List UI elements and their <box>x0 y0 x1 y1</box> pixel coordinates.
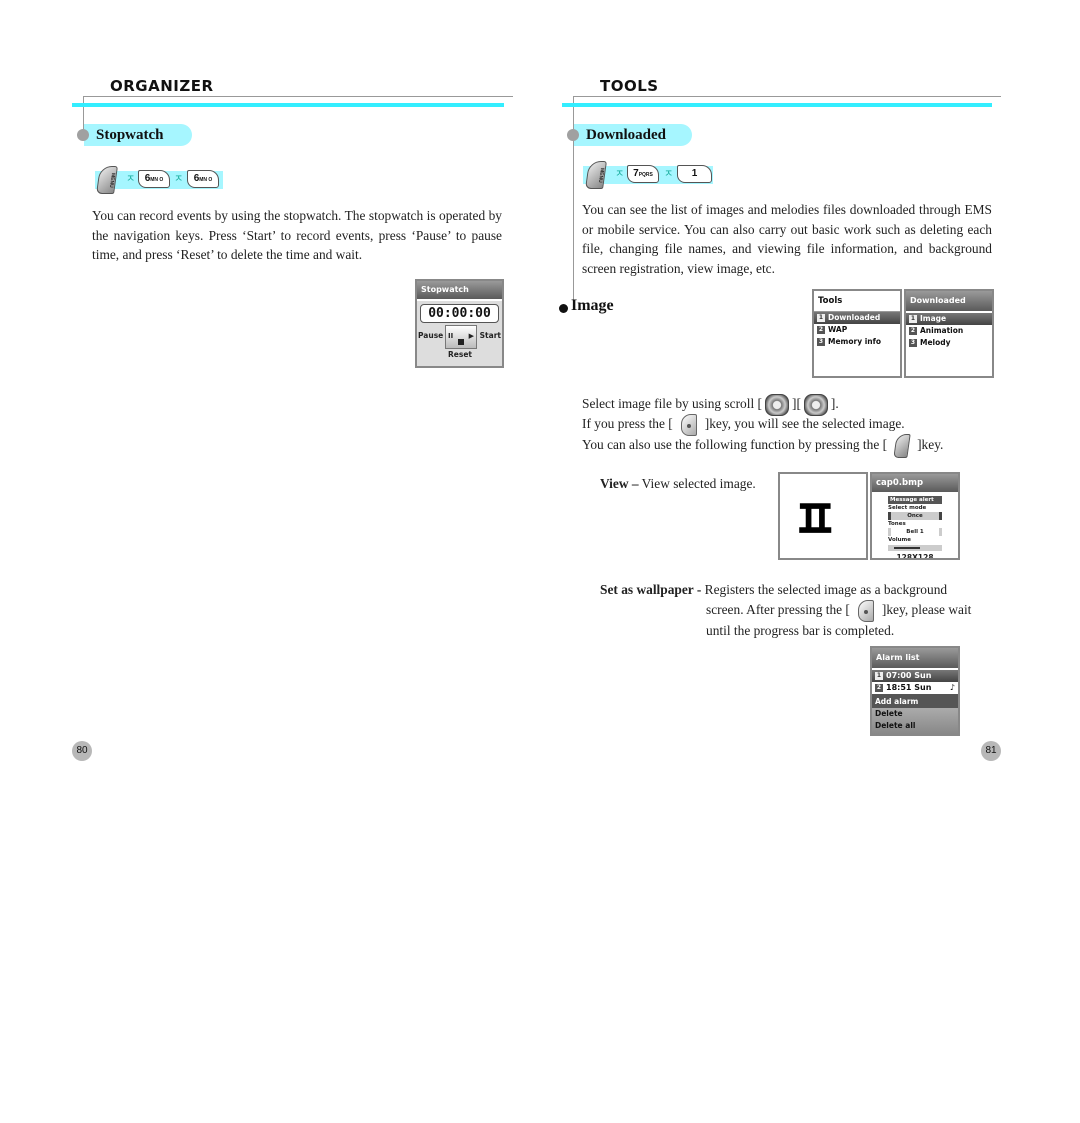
image-info-screen: cap0.bmp Message alert Select mode Once … <box>870 472 960 560</box>
stopwatch-time: 00:00:00 <box>420 304 499 323</box>
volume-label: Volume <box>888 537 911 543</box>
menu-item[interactable]: 1 Downloaded <box>814 312 900 324</box>
alarm-list-screen: Alarm list 1 07:00 Sun 2 18:51 Sun ♪ Add al… <box>870 646 960 736</box>
menu-item-label: Melody <box>920 338 951 347</box>
key-1-icon: 1 <box>677 165 712 183</box>
tones-label: Tones <box>888 521 906 527</box>
volume-slider[interactable] <box>888 545 942 551</box>
menu-item-number: 1 <box>909 315 917 323</box>
stopwatch-description: You can record events by using the stopw… <box>92 208 502 262</box>
header-accent-bar <box>72 103 504 107</box>
message-alert-header: Message alert <box>888 496 942 504</box>
bullet-dot-icon <box>567 129 579 141</box>
image-heading: Image <box>571 297 614 314</box>
menu-item-label: Memory info <box>828 337 882 346</box>
wallpaper-option-line-3: until the progress bar is completed. <box>706 623 895 638</box>
menu-item[interactable]: 2 Animation <box>906 325 992 337</box>
resolution-label: 128X128 <box>896 553 934 560</box>
mode-selector[interactable]: Once <box>888 512 942 520</box>
alarm-bell-icon: ♪ <box>949 683 955 692</box>
view-description: View selected image. <box>638 476 756 491</box>
alarm-options-menu: Add alarm Delete Delete all <box>872 694 958 734</box>
section-title-tools: TOOLS <box>600 77 659 95</box>
downloaded-description: You can see the list of images and melod… <box>582 202 992 276</box>
view-term: View – <box>600 476 639 491</box>
bullet-dot-icon <box>77 129 89 141</box>
sequence-arrow-icon: ㅈ <box>615 169 625 180</box>
wallpaper-option-line-2: screen. After pressing the []key, please… <box>706 600 971 622</box>
page-number-left: 80 <box>72 741 92 761</box>
menu-item-label: WAP <box>828 325 848 334</box>
subsection-title-downloaded: Downloaded <box>586 127 667 143</box>
scroll-up-key-icon <box>764 394 789 416</box>
section-title-organizer: ORGANIZER <box>110 77 214 95</box>
screen-title: Tools <box>814 291 900 312</box>
menu-item-number: 3 <box>817 338 825 346</box>
wallpaper-option-line-1: Set as wallpaper - Registers the selecte… <box>600 582 948 597</box>
alarm-item[interactable]: 1 07:00 Sun <box>872 670 958 682</box>
ok-key-icon <box>857 600 874 622</box>
subsection-title-stopwatch: Stopwatch <box>96 127 164 143</box>
navigation-key-icon: II ▶ <box>445 325 477 349</box>
reset-label: Reset <box>448 350 472 359</box>
menu-item[interactable]: 1 Image <box>906 313 992 325</box>
scroll-down-key-icon <box>803 394 828 416</box>
downloaded-menu-list: 1 Image 2 Animation 3 Melody <box>906 313 992 349</box>
menu-key-icon <box>893 434 911 458</box>
menu-item-number: 2 <box>817 326 825 334</box>
tools-menu-screen: Tools 1 Downloaded 2 WAP 3 Memory info <box>812 289 902 378</box>
stopwatch-screen: Stopwatch 00:00:00 Pause II ▶ Start Rese… <box>415 279 504 368</box>
menu-item-delete-all[interactable]: Delete all <box>872 720 958 732</box>
menu-item-label: Image <box>920 314 947 323</box>
header-rule <box>573 96 1001 97</box>
key-6-icon: 6MN O <box>187 170 219 188</box>
tone-selector[interactable]: Bell 1 <box>888 528 942 536</box>
bullet-dot-icon <box>559 304 568 313</box>
screen-title: Downloaded <box>906 291 992 313</box>
sequence-arrow-icon: ㅈ <box>664 169 674 180</box>
screen-title: Stopwatch <box>417 281 502 301</box>
preview-image-glyph: ㅍㅔ <box>792 485 838 554</box>
select-mode-label: Select mode <box>888 505 927 511</box>
tools-menu-list: 1 Downloaded 2 WAP 3 Memory info <box>814 312 900 348</box>
menu-item-number: 1 <box>817 314 825 322</box>
header-rule <box>83 96 513 97</box>
menu-item[interactable]: 2 WAP <box>814 324 900 336</box>
menu-item-number: 3 <box>909 339 917 347</box>
header-accent-bar <box>562 103 992 107</box>
key-6-icon: 6MN O <box>138 170 170 188</box>
menu-item[interactable]: 3 Melody <box>906 337 992 349</box>
instruction-line-3: You can also use the following function … <box>582 434 943 458</box>
menu-item-label: Animation <box>920 326 964 335</box>
wallpaper-term: Set as wallpaper - <box>600 582 702 597</box>
menu-item-add-alarm[interactable]: Add alarm <box>872 696 958 708</box>
menu-item[interactable]: 3 Memory info <box>814 336 900 348</box>
view-option: View – View selected image. <box>600 474 756 494</box>
instruction-line-1: Select image file by using scroll [][]. <box>582 394 839 416</box>
alarm-item[interactable]: 2 18:51 Sun ♪ <box>872 682 958 694</box>
ok-key-icon <box>680 414 697 436</box>
image-preview: ㅍㅔ <box>778 472 868 560</box>
key-7-icon: 7PQRS <box>627 165 659 183</box>
sequence-arrow-icon: ㅈ <box>174 174 184 185</box>
sequence-arrow-icon: ㅈ <box>126 174 136 185</box>
menu-item-number: 2 <box>909 327 917 335</box>
instruction-line-2: If you press the []key, you will see the… <box>582 414 905 436</box>
page-number-right: 81 <box>981 741 1001 761</box>
volume-fill <box>894 547 920 549</box>
start-label: Start <box>479 331 501 340</box>
screen-title: cap0.bmp <box>872 474 958 494</box>
menu-item-delete[interactable]: Delete <box>872 708 958 720</box>
pause-label: Pause <box>418 331 444 340</box>
screen-title: Alarm list <box>872 648 958 670</box>
menu-item-label: Downloaded <box>828 313 881 322</box>
downloaded-menu-screen: Downloaded 1 Image 2 Animation 3 Melody <box>904 289 994 378</box>
